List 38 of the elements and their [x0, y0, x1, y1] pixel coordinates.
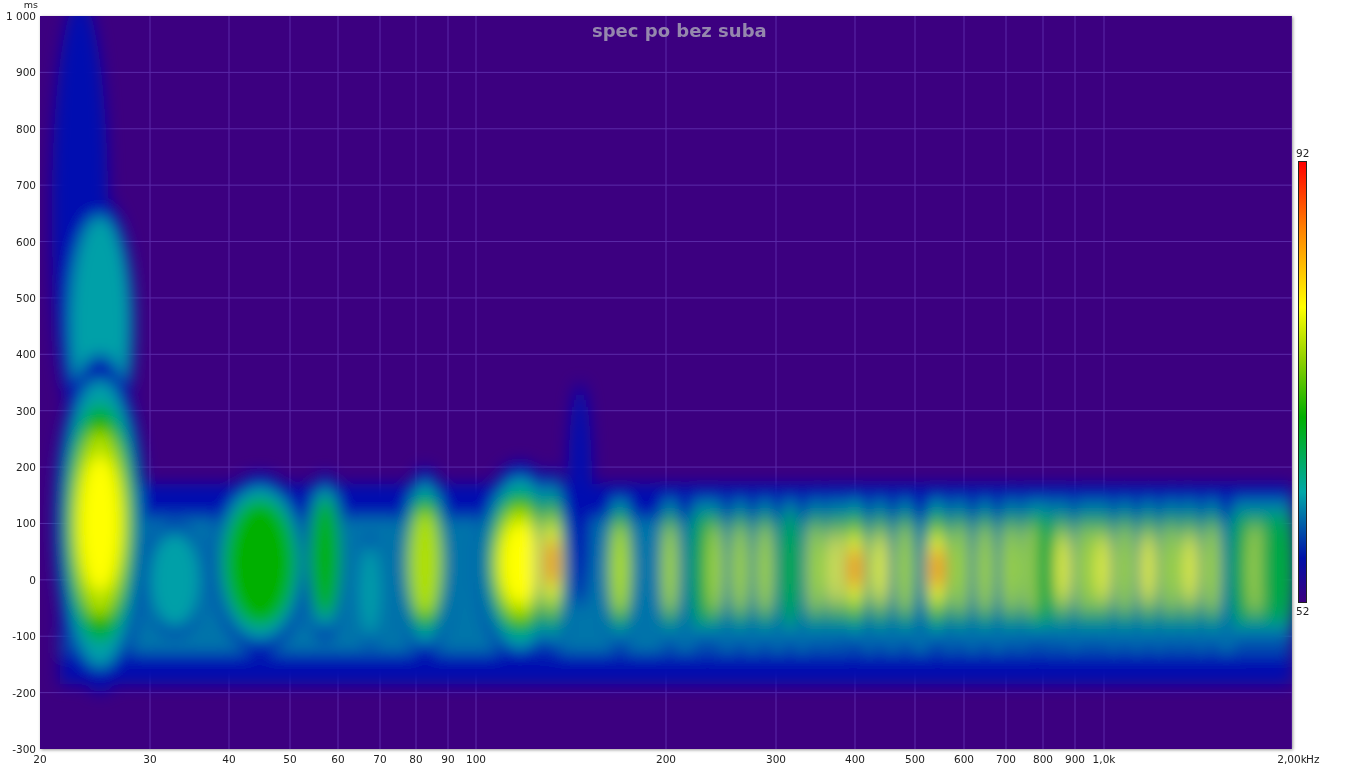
y-tick-label: 200 [15, 461, 36, 474]
x-tick-label: 2,00k [1277, 753, 1307, 765]
y-tick-label: 0 [29, 573, 36, 586]
y-tick-label: 300 [15, 404, 36, 417]
x-tick-label: 200 [656, 753, 676, 765]
x-tick-label: 60 [331, 753, 345, 765]
x-tick-label: 30 [143, 753, 157, 765]
x-tick-label: 80 [409, 753, 423, 765]
x-tick-label: 70 [373, 753, 387, 765]
x-tick-label: 20 [33, 753, 47, 765]
scale-min-label: 52 [1296, 605, 1310, 617]
y-tick-label: 400 [15, 348, 36, 361]
x-tick-label: 50 [283, 753, 297, 765]
y-tick-label: 700 [15, 179, 36, 192]
x-tick-label: 900 [1065, 753, 1085, 765]
y-tick-label: 900 [15, 66, 36, 79]
y-tick-label: 800 [15, 122, 36, 135]
x-tick-label: 40 [222, 753, 236, 765]
y-tick-label: 1 000 [5, 10, 36, 22]
y-tick-label: 600 [15, 235, 36, 248]
chart-title: spec po bez suba [592, 20, 767, 41]
y-tick-label: -100 [12, 630, 36, 643]
x-tick-label: 1,0k [1092, 753, 1116, 765]
y-axis-unit: ms [23, 0, 38, 10]
x-tick-label: 700 [996, 753, 1016, 765]
x-tick-label: 400 [845, 753, 865, 765]
x-axis-unit: Hz [1306, 753, 1320, 765]
y-tick-label: -300 [12, 743, 36, 755]
x-tick-label: 600 [954, 753, 974, 765]
x-tick-label: 800 [1033, 753, 1053, 765]
x-tick-label: 100 [466, 753, 486, 765]
y-tick-label: -200 [12, 686, 36, 699]
x-tick-label: 300 [766, 753, 786, 765]
x-tick-label: 500 [905, 753, 925, 765]
y-tick-label: 500 [15, 291, 36, 304]
x-tick-label: 90 [441, 753, 455, 765]
y-tick-label: 100 [15, 517, 36, 530]
scale-max-label: 92 [1296, 147, 1310, 159]
